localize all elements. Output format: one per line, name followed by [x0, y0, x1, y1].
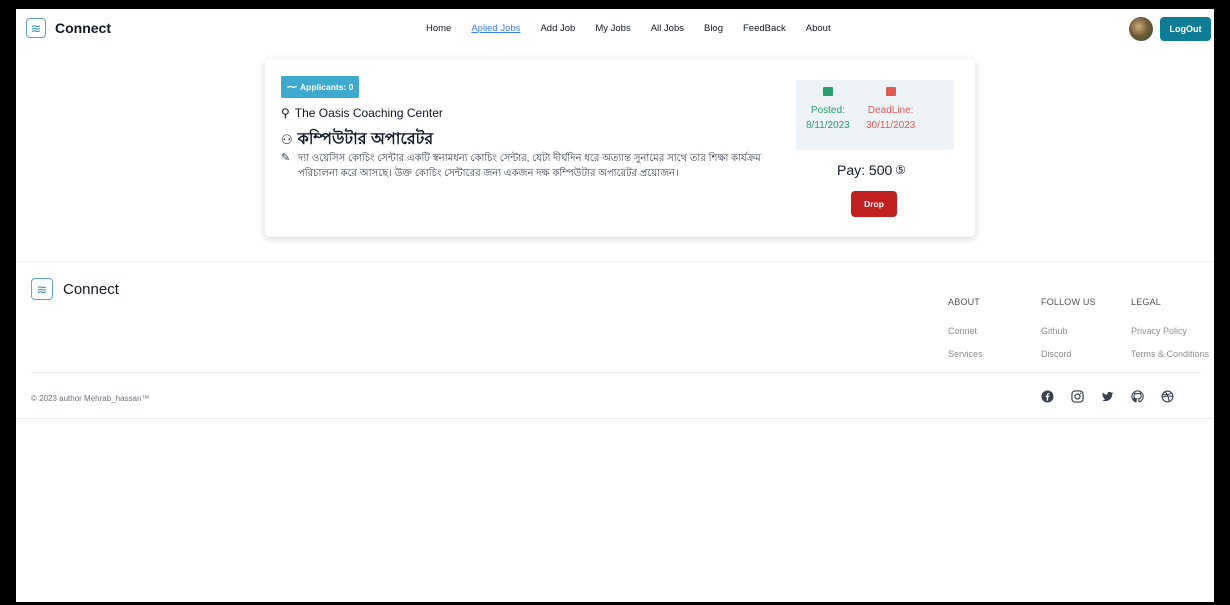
footer-brand[interactable]: ≋ Connect	[31, 278, 119, 300]
brand[interactable]: ≋ Connect	[26, 18, 111, 38]
footer-divider	[31, 372, 1201, 373]
footer-link-connet[interactable]: Connet	[948, 326, 983, 336]
nav-link-blog[interactable]: Blog	[704, 23, 723, 34]
users-icon: ⚇	[281, 131, 293, 147]
nav-link-my-jobs[interactable]: My Jobs	[595, 23, 630, 34]
user-avatar[interactable]	[1129, 17, 1153, 41]
posted-label: Posted:	[810, 105, 845, 116]
footer-link-github[interactable]: Github	[1041, 326, 1096, 336]
drop-button[interactable]: Drop	[851, 191, 897, 217]
company-name: The Oasis Coaching Center	[294, 106, 443, 120]
taka-coin-icon: ⑤	[895, 163, 907, 177]
logout-button[interactable]: LogOut	[1160, 17, 1211, 41]
footer-follow-heading: FOLLOW US	[1041, 297, 1096, 307]
footer-about-column: ABOUT Connet Services	[948, 297, 983, 372]
pay-amount: Pay: 500	[837, 162, 893, 178]
job-description: দ্যা ওয়েসিস কোচিং সেন্টার একটি স্বনামধন…	[298, 153, 761, 179]
location-pin-icon: ⚲	[281, 106, 290, 120]
waves-logo-icon: ≋	[26, 18, 46, 38]
deadline-label: DeadLine:	[867, 105, 914, 116]
edit-note-icon: ✎	[281, 152, 291, 164]
nav-link-feedback[interactable]: FeedBack	[743, 23, 786, 34]
facebook-icon[interactable]	[1040, 389, 1054, 403]
social-links	[1040, 389, 1174, 403]
nav-link-applied-jobs[interactable]: Aplied Jobs	[471, 23, 520, 34]
waves-logo-icon: ≋	[31, 278, 53, 300]
footer: ≋ Connect ABOUT Connet Services FOLLOW U…	[16, 261, 1214, 419]
footer-legal-column: LEGAL Privacy Policy Terms & Conditions	[1131, 297, 1209, 372]
nav-link-home[interactable]: Home	[426, 23, 451, 34]
nav-link-add-job[interactable]: Add Job	[540, 23, 575, 34]
footer-about-heading: ABOUT	[948, 297, 981, 307]
footer-link-discord[interactable]: Discord	[1041, 349, 1096, 359]
applicants-badge: ⁓ Applicants: 0	[281, 76, 360, 98]
footer-legal-heading: LEGAL	[1131, 297, 1162, 307]
pay-row: Pay: 500 ⑤	[837, 162, 906, 178]
calendar-icon	[885, 87, 896, 96]
copyright-text: © 2023 author Mehrab_hassan™	[31, 394, 150, 403]
brand-name: Connect	[55, 20, 111, 36]
deadline-date-block: DeadLine: 30/11/2023	[866, 87, 915, 133]
job-title: কম্পিউটার অপারেটর	[297, 131, 434, 148]
job-title-row: ⚇ কম্পিউটার অপারেটর	[281, 126, 433, 153]
dates-panel: Posted: 8/11/2023 DeadLine: 30/11/2023	[796, 80, 954, 150]
posted-date: 8/11/2023	[806, 120, 850, 131]
job-description-row: ✎ দ্যা ওয়েসিস কোচিং সেন্টার একটি স্বনাম…	[281, 151, 791, 181]
dribbble-icon[interactable]	[1160, 389, 1174, 403]
footer-brand-name: Connect	[63, 280, 119, 298]
nav-link-all-jobs[interactable]: All Jobs	[651, 23, 684, 34]
activity-icon: ⁓	[287, 81, 297, 93]
calendar-icon	[822, 87, 833, 96]
applicants-count: Applicants: 0	[300, 82, 354, 92]
twitter-icon[interactable]	[1100, 389, 1114, 403]
nav-link-about[interactable]: About	[806, 23, 831, 34]
page-frame: ≋ Connect Home Aplied Jobs Add Job My Jo…	[16, 9, 1214, 602]
navbar: ≋ Connect Home Aplied Jobs Add Job My Jo…	[16, 9, 1214, 47]
instagram-icon[interactable]	[1070, 389, 1084, 403]
posted-date-block: Posted: 8/11/2023	[806, 87, 850, 133]
applied-job-card: ⁓ Applicants: 0 ⚲ The Oasis Coaching Cen…	[265, 59, 975, 237]
github-icon[interactable]	[1130, 389, 1144, 403]
footer-link-services[interactable]: Services	[948, 349, 983, 359]
company-row: ⚲ The Oasis Coaching Center	[281, 106, 443, 120]
footer-link-terms[interactable]: Terms & Conditions	[1131, 349, 1209, 359]
footer-follow-column: FOLLOW US Github Discord	[1041, 297, 1096, 372]
footer-link-privacy[interactable]: Privacy Policy	[1131, 326, 1209, 336]
nav-menu: Home Aplied Jobs Add Job My Jobs All Job…	[426, 23, 851, 34]
deadline-date: 30/11/2023	[866, 120, 916, 131]
